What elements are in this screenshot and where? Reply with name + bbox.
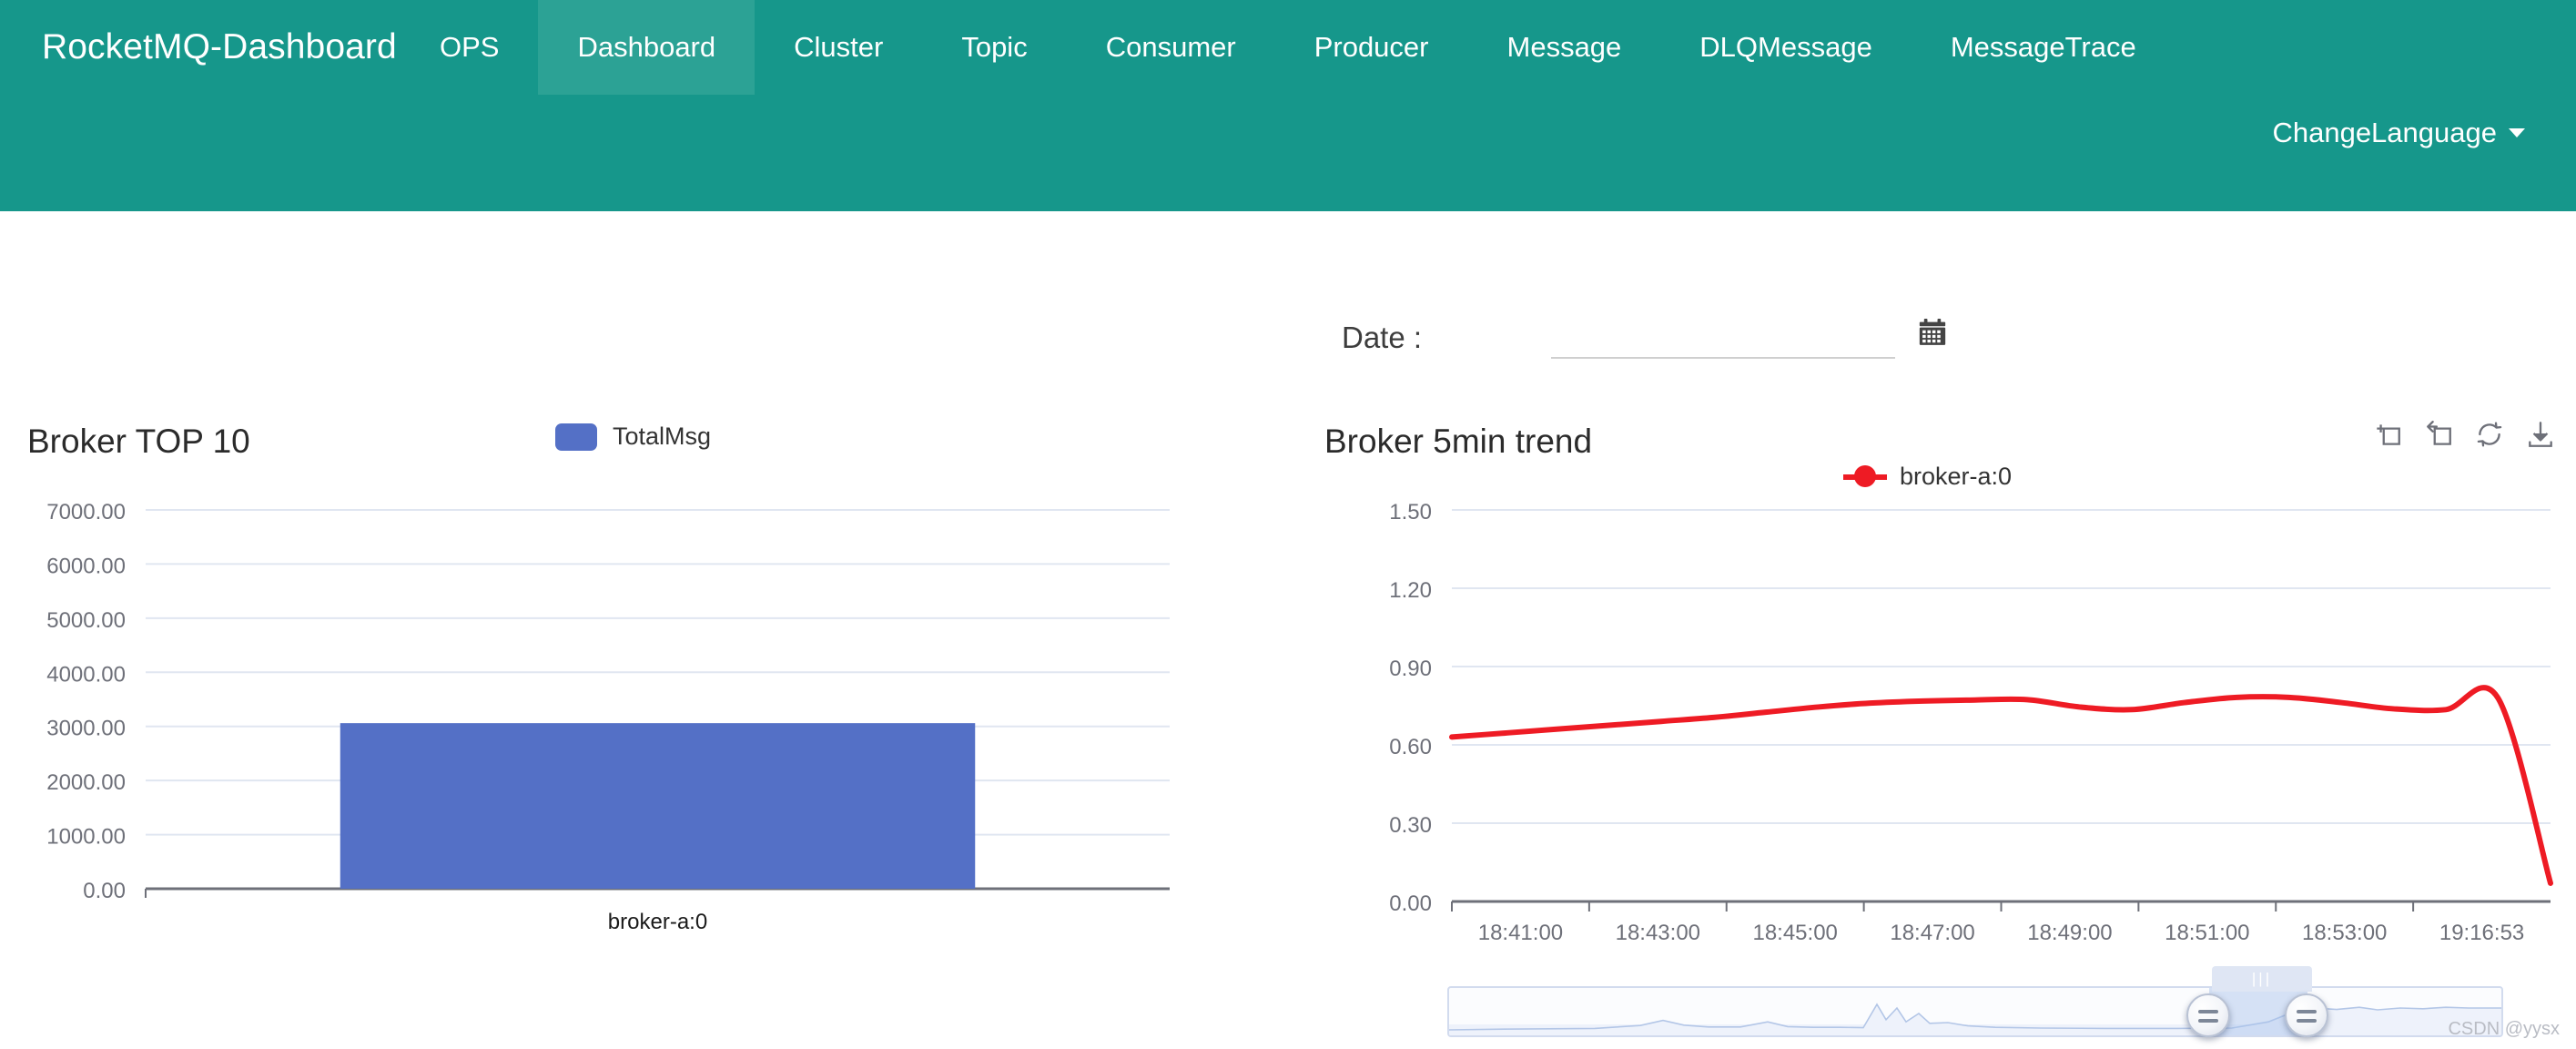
line-x-axis-tick: 18:49:00: [2027, 921, 2112, 945]
bar-y-axis-tick: 2000.00: [46, 770, 126, 795]
line-x-axis-tick: 18:45:00: [1752, 921, 1837, 945]
line-y-axis-tick: 0.60: [1389, 735, 1432, 759]
app-brand[interactable]: RocketMQ-Dashboard: [25, 0, 413, 95]
line-x-axis-tick: 18:51:00: [2165, 921, 2249, 945]
broker-5min-trend-panel: Broker 5min trend broker-a:0 0.00 0.30 0.6…: [1302, 401, 2576, 1049]
nav-item-consumer[interactable]: Consumer: [1067, 0, 1275, 95]
line-chart-canvas[interactable]: 0.00 0.30 0.60 0.90 1.20 1.50 18:41:00 18:43:00…: [1302, 401, 2576, 1049]
nav-item-topic[interactable]: Topic: [922, 0, 1066, 95]
broker-top10-panel: Broker TOP 10 TotalMsg 0.00 1000.00 2000.0…: [0, 401, 1183, 983]
watermark: CSDN @yysx: [2448, 1019, 2560, 1039]
line-y-axis-tick: 1.50: [1389, 500, 1432, 524]
line-x-axis-tick: 18:41:00: [1478, 921, 1563, 945]
top-navbar: RocketMQ-Dashboard OPS Dashboard Cluster…: [0, 0, 2576, 211]
datazoom-tooltip: |||: [2212, 966, 2312, 992]
date-input[interactable]: [1551, 319, 1896, 359]
bar-y-axis-tick: 7000.00: [46, 500, 126, 524]
date-filter: Date :: [1342, 317, 1948, 359]
bar-chart-canvas[interactable]: 0.00 1000.00 2000.00 3000.00 4000.00 5000.00 6…: [0, 401, 1183, 983]
datazoom-handle-left[interactable]: [2186, 993, 2230, 1037]
bar-y-axis-tick: 3000.00: [46, 717, 126, 741]
nav-item-dlqmessage[interactable]: DLQMessage: [1660, 0, 1912, 95]
nav-item-message[interactable]: Message: [1468, 0, 1661, 95]
bar-y-axis-tick: 1000.00: [46, 825, 126, 850]
datazoom-preview-chart: [1449, 1003, 2501, 1031]
nav-item-cluster[interactable]: Cluster: [755, 0, 922, 95]
nav-item-producer[interactable]: Producer: [1275, 0, 1468, 95]
calendar-icon[interactable]: [1917, 317, 1948, 348]
line-x-axis-tick: 19:16:53: [2439, 921, 2524, 945]
change-language-label: ChangeLanguage: [2272, 117, 2497, 148]
bar-y-axis-tick: 6000.00: [46, 554, 126, 578]
bar-y-axis-tick: 4000.00: [46, 662, 126, 687]
nav-item-ops[interactable]: OPS: [401, 0, 538, 95]
line-y-axis-tick: 0.90: [1389, 657, 1432, 681]
datazoom-handle-right[interactable]: [2285, 993, 2328, 1037]
chart-datazoom-slider[interactable]: |||: [1447, 966, 2503, 1043]
nav-item-dashboard[interactable]: Dashboard: [538, 0, 756, 95]
chevron-down-icon: [2509, 128, 2525, 137]
main-nav: OPS Dashboard Cluster Topic Consumer Pro…: [401, 0, 2175, 95]
line-series-path[interactable]: [1449, 685, 2553, 886]
line-x-axis-tick: 18:47:00: [1890, 921, 1974, 945]
datazoom-track[interactable]: [1447, 986, 2503, 1037]
line-y-axis-tick: 0.00: [1389, 891, 1432, 916]
date-label: Date :: [1342, 321, 1423, 354]
bar-y-axis-tick: 0.00: [83, 879, 126, 903]
bar-rect[interactable]: [340, 723, 976, 889]
bar-y-axis-tick: 5000.00: [46, 608, 126, 633]
line-y-axis-tick: 0.30: [1389, 813, 1432, 838]
bar-x-axis-tick: broker-a:0: [608, 910, 707, 934]
line-x-axis-tick: 18:53:00: [2302, 921, 2387, 945]
line-y-axis-tick: 1.20: [1389, 578, 1432, 603]
nav-item-messagetrace[interactable]: MessageTrace: [1912, 0, 2175, 95]
change-language-dropdown[interactable]: ChangeLanguage: [2272, 117, 2525, 149]
line-x-axis-tick: 18:43:00: [1616, 921, 1700, 945]
